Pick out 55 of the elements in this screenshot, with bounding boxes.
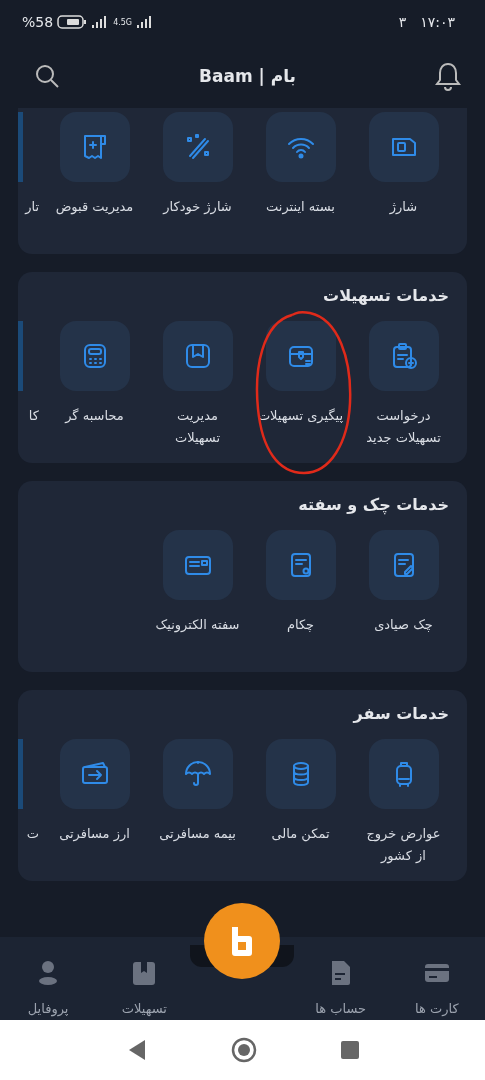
service-label: شارژ	[388, 197, 419, 217]
service-label: چک صیادی	[373, 615, 434, 634]
service-tile[interactable]	[162, 738, 233, 809]
service-tile[interactable]	[162, 529, 233, 600]
home-logo-button[interactable]	[204, 902, 280, 979]
nav-tab[interactable]: حساب ها	[295, 959, 386, 1017]
service-label: محاسبه گر	[63, 406, 125, 425]
service-label: مدیریت تسهیلات	[173, 406, 222, 447]
notification-count: ۳	[398, 14, 407, 31]
service-label: مدیریت قبوض	[54, 197, 135, 217]
nav-tab[interactable]: کارت ها	[391, 959, 482, 1017]
home-icon[interactable]	[230, 1037, 257, 1064]
section-title: خدمات تسهیلات	[322, 285, 450, 305]
service-tile[interactable]	[59, 320, 130, 391]
service-tile[interactable]	[265, 111, 336, 182]
battery-percent: %58	[22, 14, 54, 31]
app-title: Baam | بام	[199, 66, 296, 87]
nav-tab[interactable]: تسهیلات	[99, 959, 190, 1017]
clock: ۱۷:۰۳	[420, 14, 455, 31]
notification-bell-icon[interactable]	[435, 61, 461, 92]
service-label: بیمه مسافرتی	[158, 824, 237, 844]
service-tile[interactable]	[162, 111, 233, 182]
umbrella-icon	[182, 758, 213, 789]
service-tile[interactable]	[265, 320, 336, 391]
service-tile[interactable]	[59, 111, 130, 182]
service-tile[interactable]	[18, 320, 23, 391]
service-label: کا	[27, 406, 40, 425]
section-title: خدمات سفر	[351, 703, 450, 723]
service-label: ت	[25, 824, 40, 843]
service-label: پیگیری تسهیلات	[257, 406, 344, 425]
service-label: ارز مسافرتی	[58, 824, 131, 844]
nav-tab[interactable]: پروفایل	[3, 959, 94, 1017]
service-tile[interactable]	[18, 111, 23, 182]
service-tile[interactable]	[18, 738, 23, 809]
service-tile[interactable]	[265, 738, 336, 809]
service-tile[interactable]	[265, 529, 336, 600]
service-tile[interactable]	[368, 111, 439, 182]
service-label: تار	[23, 197, 40, 216]
service-label: چکام	[285, 615, 316, 634]
service-label: درخواست تسهیلات جدید	[365, 406, 442, 447]
network-type: 4.5G	[113, 17, 133, 27]
section-title: خدمات چک و سفته	[297, 494, 450, 514]
service-tile[interactable]	[368, 529, 439, 600]
service-label: سفته الکترونیک	[154, 615, 241, 635]
service-tile[interactable]	[368, 320, 439, 391]
service-tile[interactable]	[162, 320, 233, 391]
service-label: شارژ خودکار	[161, 197, 233, 217]
service-label: بسته اینترنت	[265, 197, 336, 217]
recents-icon[interactable]	[340, 1041, 359, 1060]
service-tile[interactable]	[59, 738, 130, 809]
service-label: عوارض خروج از کشور	[365, 824, 442, 866]
service-label: تمکن مالی	[270, 824, 331, 844]
service-tile[interactable]	[368, 738, 439, 809]
search-icon[interactable]	[34, 63, 60, 90]
battery-icon	[57, 15, 88, 30]
